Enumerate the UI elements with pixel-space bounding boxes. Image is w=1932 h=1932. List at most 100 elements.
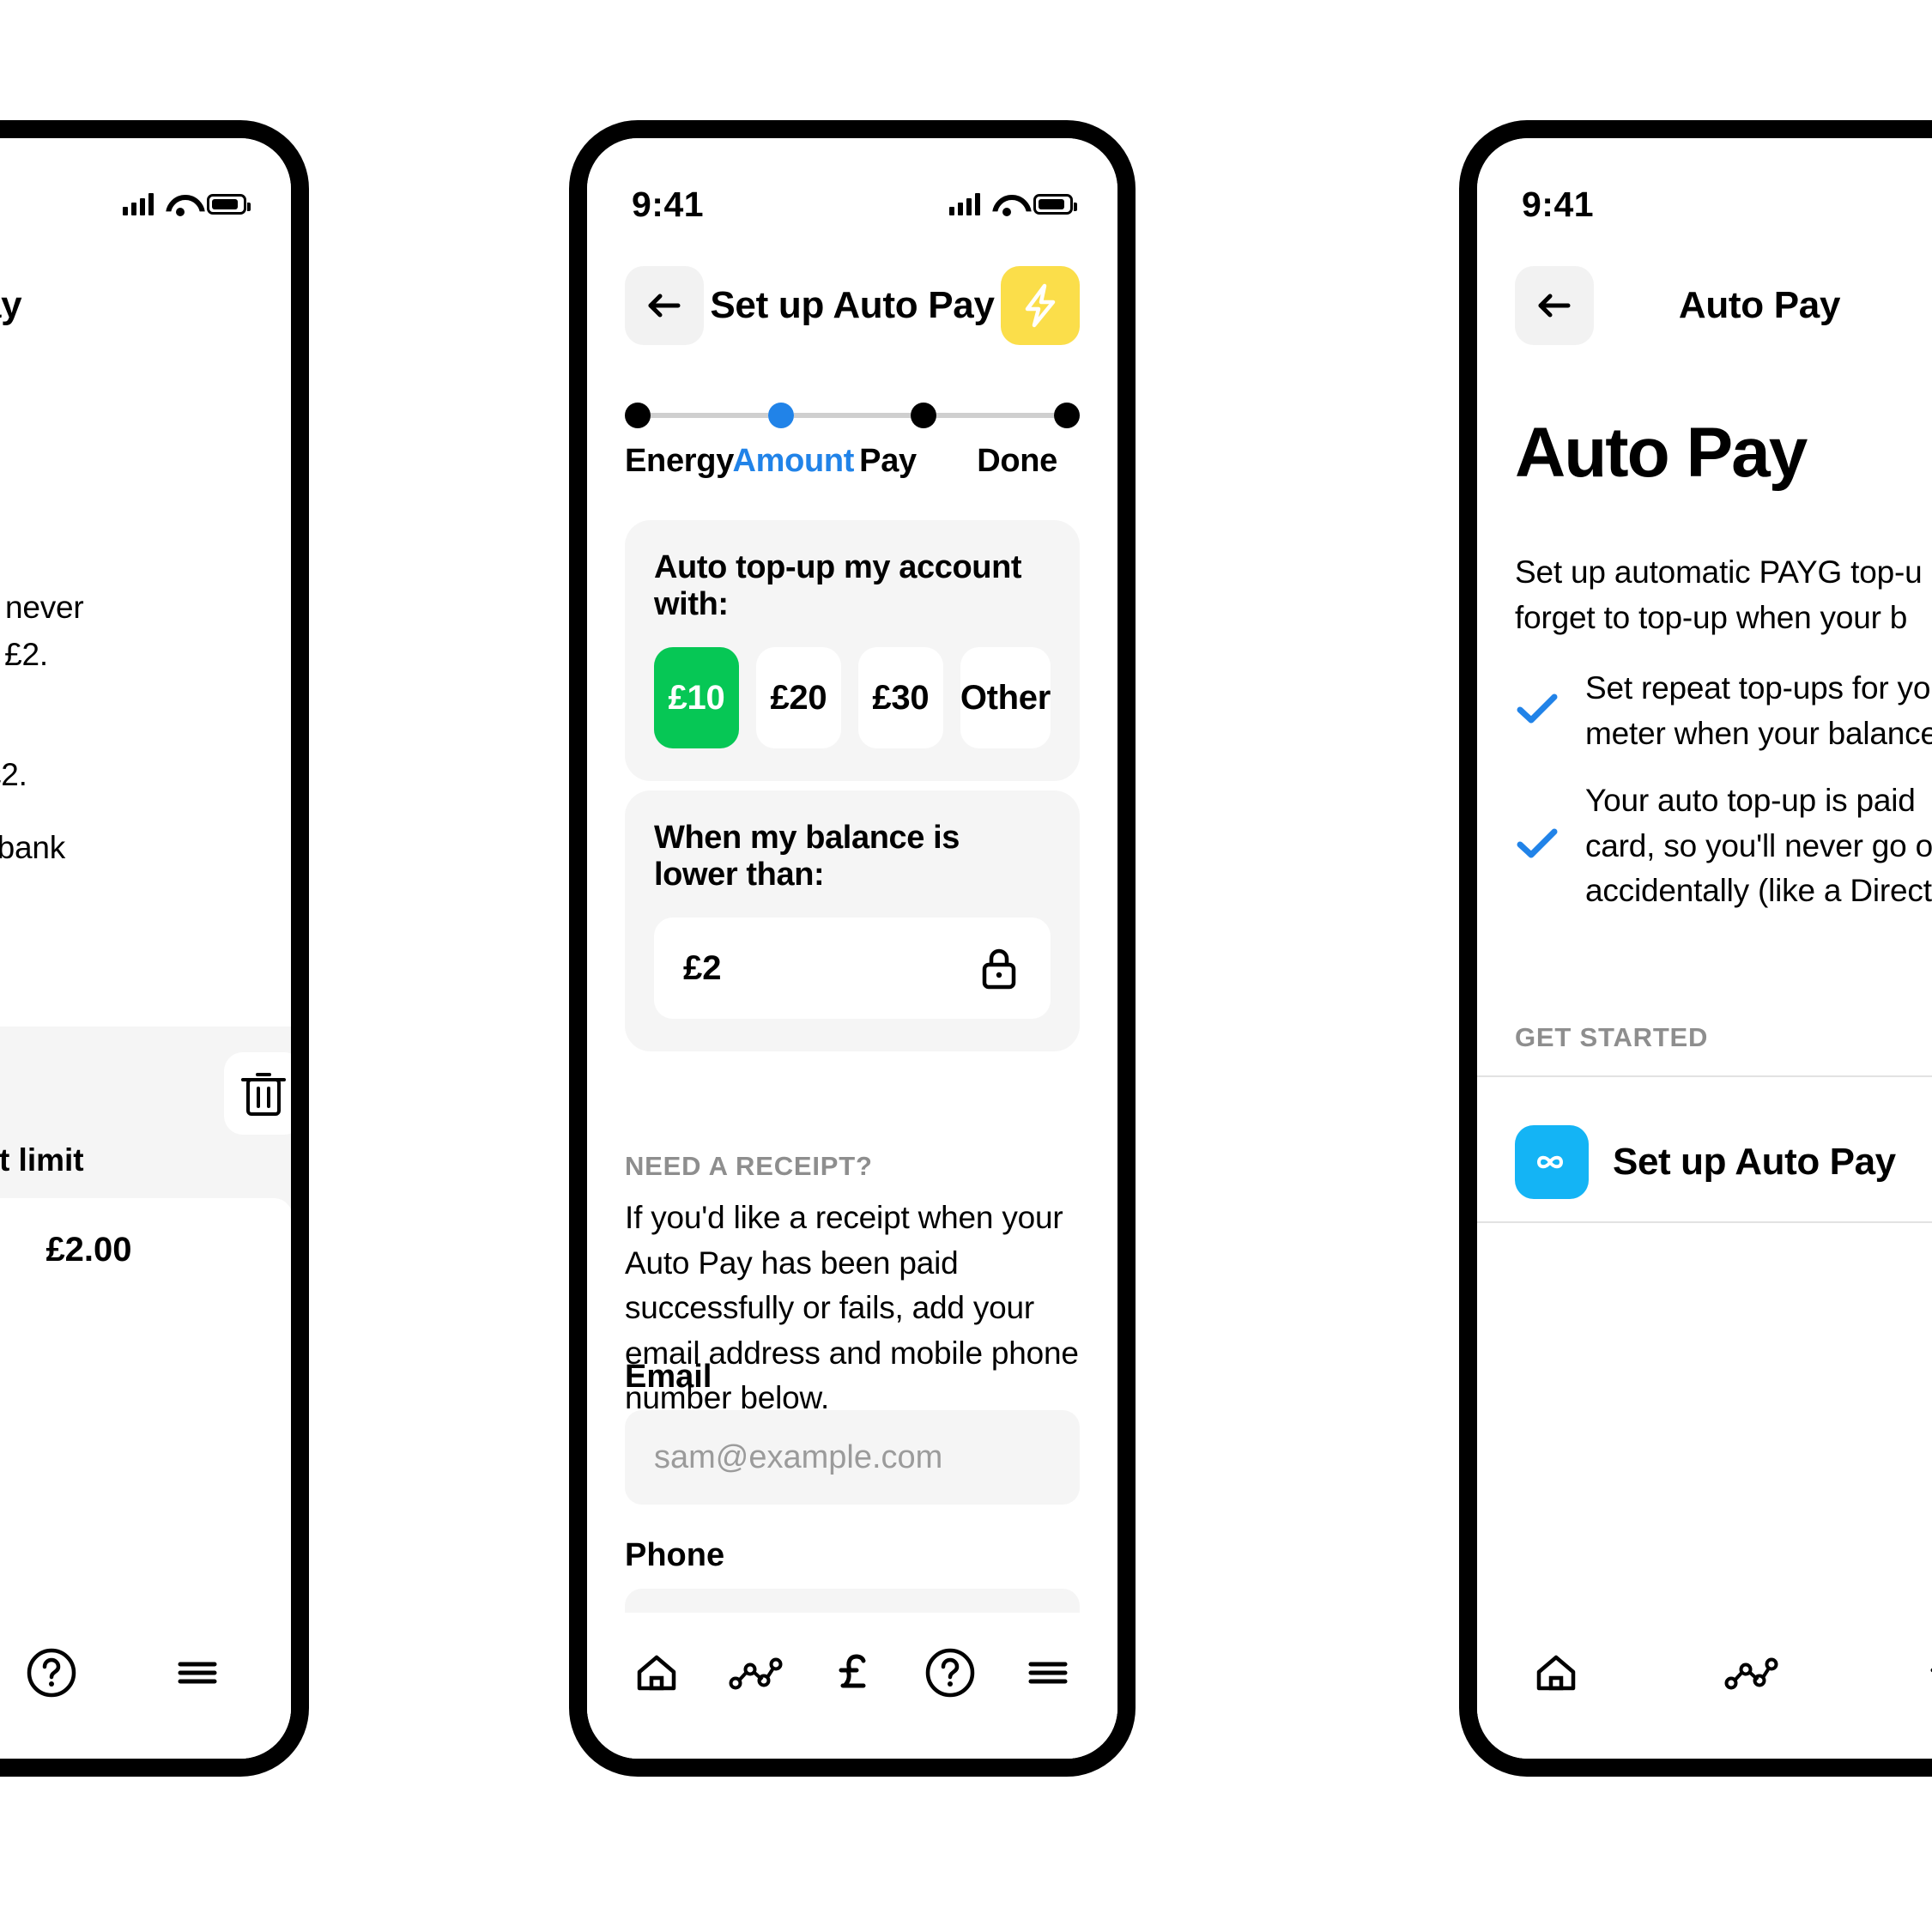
credit-limit-label: Credit limit [0,1142,84,1178]
step-segment-2 [793,413,911,418]
trash-icon [241,1073,286,1116]
list-item-set-up-auto-pay[interactable]: Set up Auto Pay [1515,1106,1932,1218]
cellular-signal-icon [123,193,154,215]
amount-option-other[interactable]: Other [960,647,1051,748]
nav-bar-right: Auto Pay [1477,241,1932,370]
tab-help-left[interactable] [10,1632,93,1714]
amount-option-10[interactable]: £10 [654,647,739,748]
tab-usage-right[interactable] [1709,1632,1791,1714]
lightning-bolt-icon [1025,283,1056,328]
phone-left: Auto Pay c PAYG top-ups so you never whe… [0,120,309,1777]
step-segment-3 [936,413,1055,418]
step-dot-done[interactable] [1054,403,1081,428]
tab-pound-right[interactable] [1903,1632,1932,1714]
step-indicator: Energy Amount Pay Done [625,400,1081,480]
lock-icon [982,948,1016,990]
email-input[interactable]: sam@example.com [625,1410,1080,1505]
step-dot-energy[interactable] [625,403,651,428]
left-body-line6: ll never go overdrawn [0,872,291,918]
left-body-line7: (like a Direct Debit). [0,919,291,966]
page-title-left: Auto Pay [0,284,22,326]
list-item-label: Set up Auto Pay [1613,1141,1896,1183]
list-item: Set repeat top-ups for yo meter when your… [1515,666,1932,756]
status-icons [123,193,251,216]
tab-menu-middle[interactable] [1007,1632,1089,1714]
status-bar-right: 9:41 [1477,138,1932,241]
divider-top [1477,1075,1932,1077]
battery-icon [207,194,251,215]
nav-bar-left: Auto Pay [0,241,291,370]
help-icon [27,1648,76,1698]
amount-options: £10 £20 £30 Other [654,647,1051,748]
tab-usage-middle[interactable] [713,1632,796,1714]
page-title-middle: Set up Auto Pay [710,284,995,326]
back-button[interactable] [1515,266,1594,345]
benefit-text-1: Set repeat top-ups for yo meter when your… [1585,670,1932,751]
list-item: Your auto top-up is paid card, so you'll … [1515,778,1932,914]
phone-right: 9:41 Auto Pay Auto Pay Set up automatic … [1459,120,1932,1777]
tab-bar-right [1477,1613,1932,1759]
status-bar-left [0,138,291,241]
screen-left: Auto Pay c PAYG top-ups so you never whe… [0,138,291,1759]
status-bar-middle: 9:41 [587,138,1117,241]
tab-home-middle[interactable] [615,1632,698,1714]
credit-limit-value: £2.00 [45,1230,132,1269]
pound-icon [839,1654,866,1688]
menu-icon [1028,1662,1068,1684]
step-dot-amount[interactable] [767,403,794,428]
step-label-done: Done [977,443,1057,479]
tab-bar-middle [587,1613,1117,1759]
back-button[interactable] [625,266,704,345]
benefits-list: Set repeat top-ups for yo meter when your… [1515,666,1932,936]
benefit-text-2: Your auto top-up is paid card, so you'll … [1585,783,1932,909]
lightning-action-button[interactable] [1001,266,1080,345]
wifi-icon [166,193,195,216]
step-labels: Energy Amount Pay Done [625,443,1080,480]
battery-icon [1033,194,1077,215]
tab-bar-left [0,1613,291,1759]
amount-option-20[interactable]: £20 [755,647,841,748]
intro-line2: forget to top-up when your b [1515,600,1908,635]
tab-help-middle[interactable] [909,1632,991,1714]
step-dot-pay[interactable] [911,403,937,428]
tab-menu-left[interactable] [156,1632,239,1714]
status-time: 9:41 [632,184,705,224]
check-icon [1515,827,1560,865]
screen-middle: 9:41 Set up Auto Pay Energy Amount Pay D… [587,138,1117,1759]
amount-option-30[interactable]: £30 [857,647,943,748]
menu-icon [178,1662,217,1684]
left-body-line1: c PAYG top-ups so you never [0,590,84,625]
tab-pound-middle[interactable] [811,1632,893,1714]
step-label-pay: Pay [859,443,917,479]
divider-bottom [1477,1221,1932,1223]
cellular-signal-icon [949,193,980,215]
delete-credit-limit-button[interactable] [224,1052,291,1135]
home-icon [1536,1655,1576,1691]
threshold-value: £2 [683,948,722,987]
wifi-icon [992,193,1021,216]
threshold-field[interactable]: £2 [654,918,1051,1019]
amount-card: Auto top-up my account with: £10 £20 £30… [625,520,1080,781]
step-label-energy: Energy [625,443,735,479]
screen-right: 9:41 Auto Pay Auto Pay Set up automatic … [1477,138,1932,1759]
intro-line1: Set up automatic PAYG top-u [1515,554,1923,590]
left-body-line3: op-ups for your PAYG [0,705,291,751]
infinity-icon [1515,1125,1589,1199]
get-started-kicker: GET STARTED [1515,1022,1709,1052]
page-heading-right: Auto Pay [1515,414,1808,492]
page-title-right: Auto Pay [1678,284,1841,326]
email-label: Email [625,1359,712,1395]
tab-home-right[interactable] [1515,1632,1597,1714]
left-body-line4: your balance reaches £2. [0,757,27,792]
back-arrow-icon [648,294,681,318]
left-body-line5: op-up is paid with your bank [0,830,66,865]
step-track [625,400,1081,431]
pound-icon [1930,1668,1932,1673]
nav-bar-middle: Set up Auto Pay [587,241,1117,370]
step-label-amount: Amount [732,443,855,479]
threshold-card: When my balance is lower than: £2 [625,790,1080,1051]
threshold-card-title: When my balance is lower than: [654,820,960,893]
usage-graph-icon [729,1657,783,1690]
status-icons [949,193,1077,216]
usage-graph-icon [1724,1657,1778,1690]
